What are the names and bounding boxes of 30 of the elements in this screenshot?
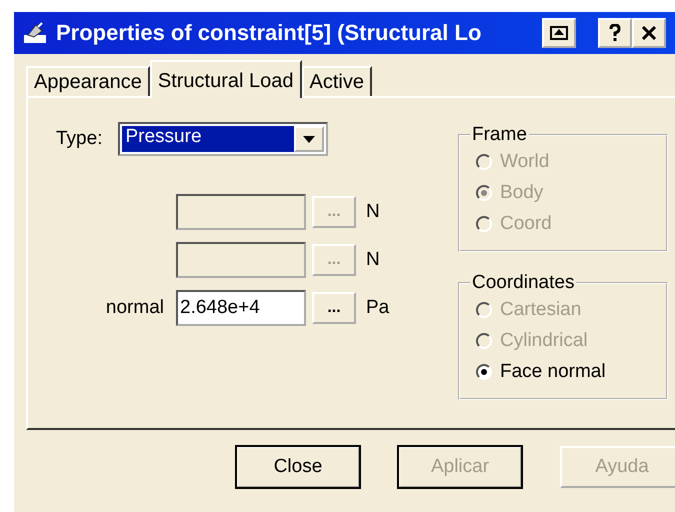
unit-label: N (366, 201, 380, 223)
radio-label: World (500, 150, 550, 172)
type-dropdown[interactable]: Pressure (118, 122, 328, 156)
tab[interactable]: Active (302, 66, 372, 96)
window-title: Properties of constraint[5] (Structural Lo (56, 20, 482, 46)
help-icon (609, 24, 621, 42)
radio-label: Coord (500, 212, 552, 234)
unit-label: Pa (366, 297, 390, 319)
radio-label: Cartesian (500, 298, 582, 320)
value-field[interactable]: 2.648e+4 (176, 290, 306, 326)
help-button[interactable] (598, 18, 632, 48)
close-icon (642, 26, 656, 40)
tab[interactable]: Structural Load (150, 60, 302, 98)
window-icon (550, 26, 568, 40)
type-label: Type: (56, 128, 102, 150)
satellite-icon (22, 21, 48, 45)
dialog-button[interactable]: Close (236, 446, 360, 488)
tab[interactable]: Appearance (26, 66, 150, 96)
group-title: Frame (471, 124, 528, 146)
group-title: Coordinates (471, 272, 576, 294)
restore-button[interactable] (542, 18, 576, 48)
radio-label: Face normal (500, 360, 606, 382)
browse-button[interactable]: ... (312, 292, 356, 324)
field-label: normal (106, 297, 164, 318)
radio-label: Cylindrical (500, 330, 588, 352)
close-button[interactable] (632, 18, 666, 48)
unit-label: N (366, 249, 380, 271)
caret-icon (303, 136, 316, 142)
radio-label: Body (500, 182, 544, 204)
radio-button[interactable] (476, 364, 492, 380)
